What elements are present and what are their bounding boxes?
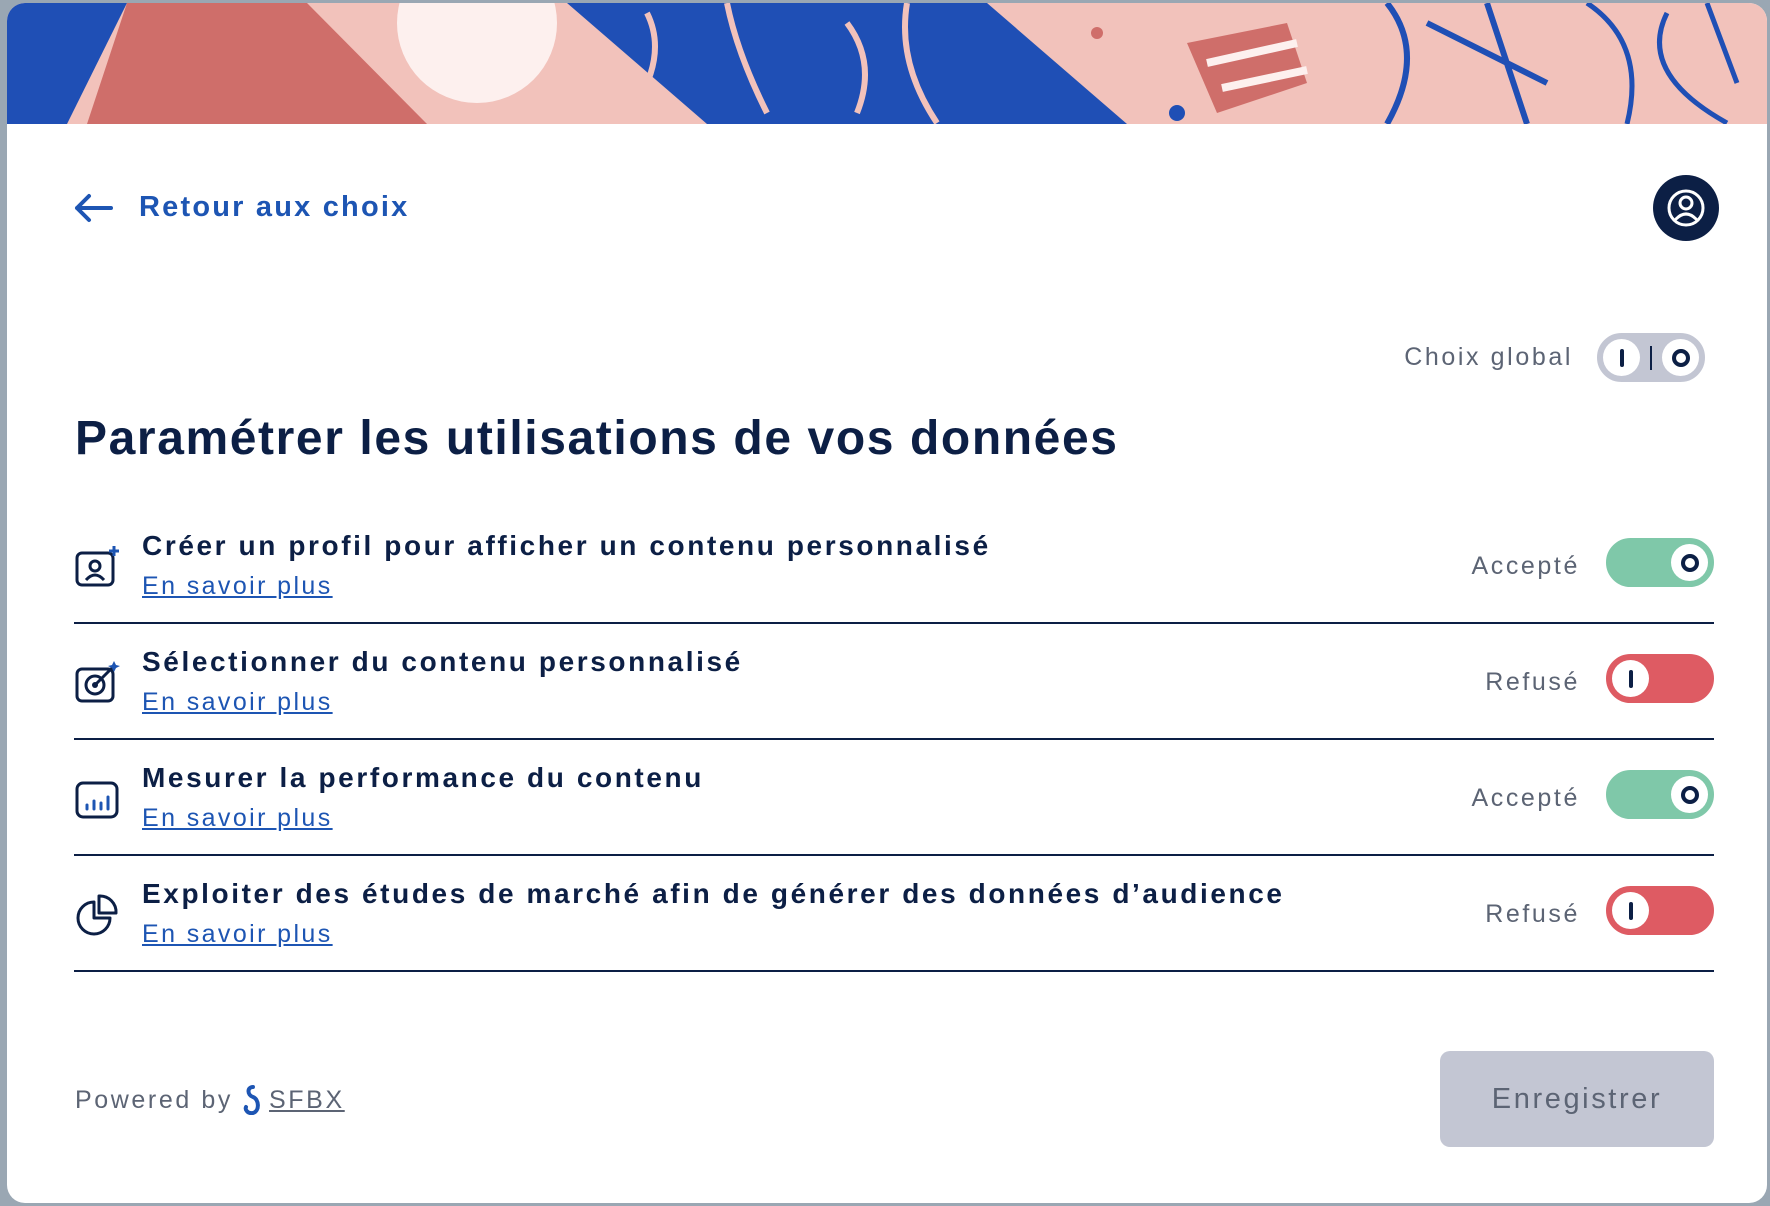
learn-more-link[interactable]: En savoir plus [142, 920, 333, 949]
purpose-status: Refusé [1485, 900, 1580, 928]
purpose-status: Refusé [1485, 668, 1580, 696]
pie-chart-icon [76, 894, 118, 936]
profile-button[interactable] [1653, 175, 1719, 241]
learn-more-link[interactable]: En savoir plus [142, 572, 333, 601]
purpose-item: Sélectionner du contenu personnalisé En … [74, 624, 1714, 740]
global-choice-toggle[interactable] [1597, 333, 1705, 382]
target-icon [75, 661, 120, 703]
purpose-item: Exploiter des études de marché afin de g… [74, 856, 1714, 972]
toggle-knob [1612, 660, 1649, 697]
profile-add-icon [75, 546, 119, 587]
sfbx-link[interactable]: SFBX [243, 1085, 345, 1115]
purpose-toggle[interactable] [1606, 886, 1714, 935]
bar-chart-icon [75, 781, 119, 819]
toggle-knob [1671, 544, 1708, 581]
powered-by-label: Powered by [75, 1085, 234, 1114]
purpose-list: Créer un profil pour afficher un contenu… [74, 508, 1714, 972]
refuse-all-knob[interactable] [1603, 339, 1640, 376]
toggle-knob [1671, 776, 1708, 813]
purpose-status: Accepté [1471, 552, 1580, 580]
consent-modal: Retour aux choix Choix global Paramétrer… [7, 3, 1767, 1203]
purpose-toggle[interactable] [1606, 538, 1714, 587]
purpose-name: Créer un profil pour afficher un contenu… [142, 530, 991, 561]
page-title: Paramétrer les utilisations de vos donné… [75, 412, 1119, 465]
purpose-name: Exploiter des études de marché afin de g… [142, 878, 1285, 909]
purpose-item: Mesurer la performance du contenu En sav… [74, 740, 1714, 856]
purpose-item: Créer un profil pour afficher un contenu… [74, 508, 1714, 624]
global-choice-label: Choix global [1404, 343, 1573, 371]
arrow-left-icon [75, 193, 113, 222]
purpose-name: Mesurer la performance du contenu [142, 762, 704, 793]
accept-all-knob[interactable] [1662, 339, 1699, 376]
purpose-status: Accepté [1471, 784, 1580, 812]
powered-by: Powered by SFBX [75, 1085, 345, 1115]
toggle-knob [1612, 892, 1649, 929]
save-button[interactable]: Enregistrer [1440, 1051, 1714, 1147]
learn-more-link[interactable]: En savoir plus [142, 804, 333, 833]
sfbx-brand: SFBX [269, 1085, 345, 1114]
purpose-name: Sélectionner du contenu personnalisé [142, 646, 743, 677]
sfbx-logo-icon [243, 1085, 260, 1115]
back-to-choices-link[interactable]: Retour aux choix [73, 191, 409, 224]
decorative-banner [7, 3, 1767, 124]
toggle-separator [1650, 346, 1652, 370]
purpose-toggle[interactable] [1606, 654, 1714, 703]
back-label: Retour aux choix [139, 191, 410, 223]
purpose-toggle[interactable] [1606, 770, 1714, 819]
user-circle-icon [1667, 189, 1705, 227]
global-choice-row: Choix global [1404, 333, 1705, 382]
learn-more-link[interactable]: En savoir plus [142, 688, 333, 717]
